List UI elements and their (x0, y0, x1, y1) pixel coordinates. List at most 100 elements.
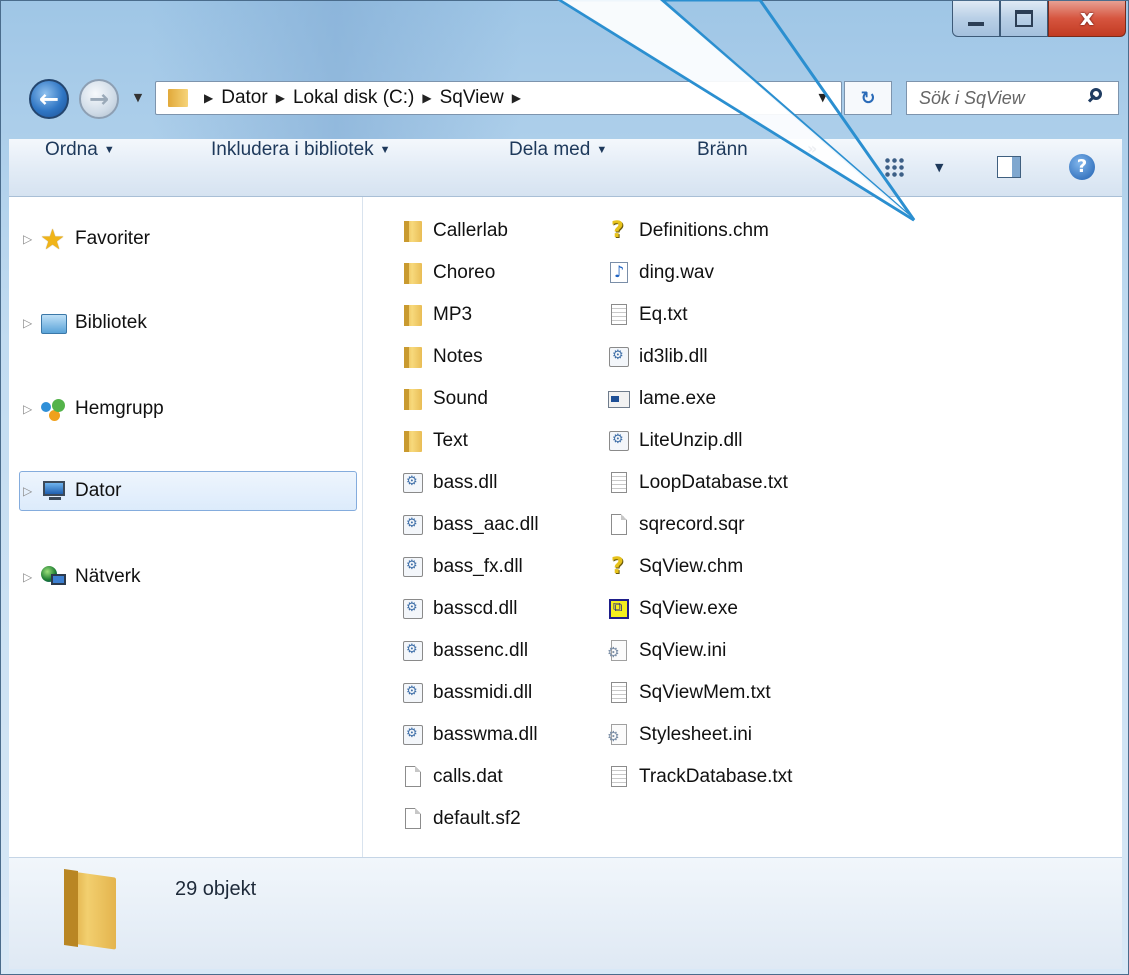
file-item[interactable]: bass_fx.dll (401, 549, 523, 585)
recent-pages-button[interactable]: ▼ (129, 87, 147, 109)
search-input[interactable]: Sök i SqView (919, 88, 1086, 109)
refresh-button[interactable]: ↻ (844, 81, 892, 115)
breadcrumb: ▶ Dator ▶ Lokal disk (C:) ▶ SqView ▶ (196, 87, 529, 109)
folder-icon (401, 429, 425, 453)
back-button[interactable]: ← (29, 79, 69, 119)
nav-item-bibliotek[interactable]: ▷ Bibliotek (23, 303, 147, 343)
file-item[interactable]: SqView.ini (607, 633, 726, 669)
network-icon (39, 564, 69, 590)
file-item[interactable]: basswma.dll (401, 717, 538, 753)
preview-pane-icon[interactable] (997, 156, 1021, 178)
breadcrumb-separator-icon[interactable]: ▶ (422, 91, 431, 105)
nav-item-label: Bibliotek (75, 312, 147, 333)
chevron-down-icon: ▼ (596, 144, 608, 156)
file-item[interactable]: SqViewMem.txt (607, 675, 771, 711)
file-item[interactable]: Text (401, 423, 468, 459)
window-controls: x (952, 1, 1126, 37)
close-button[interactable]: x (1048, 1, 1126, 37)
breadcrumb-separator-icon[interactable]: ▶ (512, 91, 521, 105)
file-item[interactable]: default.sf2 (401, 801, 521, 837)
file-item[interactable]: sqrecord.sqr (607, 507, 745, 543)
breadcrumb-sqview[interactable]: SqView (440, 87, 504, 109)
change-view-icon[interactable] (884, 157, 906, 179)
library-icon (39, 310, 69, 336)
nav-item-label: Favoriter (75, 228, 150, 249)
file-name: Sound (433, 388, 488, 409)
file-item[interactable]: bass.dll (401, 465, 497, 501)
file-item[interactable]: calls.dat (401, 759, 503, 795)
file-item[interactable]: LiteUnzip.dll (607, 423, 743, 459)
expand-arrow-icon[interactable]: ▷ (23, 402, 39, 416)
file-item[interactable]: LoopDatabase.txt (607, 465, 788, 501)
file-name: Notes (433, 346, 483, 367)
file-list: Callerlab Choreo MP3 Notes Sound Text bass.dll… (363, 197, 1122, 857)
nav-item-nätverk[interactable]: ▷ Nätverk (23, 557, 140, 597)
address-bar[interactable]: ▶ Dator ▶ Lokal disk (C:) ▶ SqView ▶ ▼ (155, 81, 842, 115)
breadcrumb-separator-icon[interactable]: ▶ (276, 91, 285, 105)
expand-arrow-icon[interactable]: ▷ (23, 316, 39, 330)
dll-file-icon (607, 345, 631, 369)
dll-file-icon (401, 681, 425, 705)
file-item[interactable]: ding.wav (607, 255, 714, 291)
blank-file-icon (401, 765, 425, 789)
file-item[interactable]: bassmidi.dll (401, 675, 532, 711)
sqview-app-icon (607, 597, 631, 621)
file-item[interactable]: MP3 (401, 297, 472, 333)
file-item[interactable]: lame.exe (607, 381, 716, 417)
navigation-row: ← → ▼ ▶ Dator ▶ Lokal disk (C:) ▶ SqView… (1, 73, 1129, 125)
refresh-icon: ↻ (860, 87, 876, 109)
settings-file-icon (607, 639, 631, 663)
file-item[interactable]: id3lib.dll (607, 339, 708, 375)
file-name: Stylesheet.ini (639, 724, 753, 745)
maximize-button[interactable] (1000, 1, 1048, 37)
organize-button[interactable]: Ordna ▼ (45, 139, 115, 197)
file-item[interactable]: SqView.chm (607, 549, 743, 585)
breadcrumb-computer[interactable]: Dator (221, 87, 267, 109)
file-item[interactable]: Choreo (401, 255, 495, 291)
file-item[interactable]: basscd.dll (401, 591, 518, 627)
address-history-dropdown[interactable]: ▼ (819, 82, 827, 114)
file-item[interactable]: Notes (401, 339, 483, 375)
forward-button[interactable]: → (79, 79, 119, 119)
burn-button[interactable]: Bränn (697, 139, 748, 197)
nav-item-hemgrupp[interactable]: ▷ Hemgrupp (23, 389, 164, 429)
breadcrumb-local-disk[interactable]: Lokal disk (C:) (293, 87, 414, 109)
file-item[interactable]: TrackDatabase.txt (607, 759, 792, 795)
back-arrow-icon: ← (38, 85, 60, 113)
expand-arrow-icon[interactable]: ▷ (23, 570, 39, 584)
file-item[interactable]: bass_aac.dll (401, 507, 539, 543)
share-with-button[interactable]: Dela med ▼ (509, 139, 607, 197)
file-name: TrackDatabase.txt (639, 766, 793, 787)
file-item[interactable]: Definitions.chm (607, 213, 769, 249)
view-options-dropdown[interactable]: ▼ (935, 139, 943, 197)
include-in-library-button[interactable]: Inkludera i bibliotek ▼ (211, 139, 391, 197)
nav-item-dator[interactable]: ▷ Dator (18, 471, 359, 511)
expand-arrow-icon[interactable]: ▷ (23, 232, 39, 246)
minimize-icon (968, 21, 984, 26)
file-item[interactable]: Sound (401, 381, 488, 417)
file-name: SqView.ini (639, 640, 727, 661)
file-item[interactable]: Eq.txt (607, 297, 688, 333)
search-icon[interactable] (1086, 85, 1112, 111)
help-icon[interactable]: ? (1069, 154, 1095, 180)
nav-item-label: Hemgrupp (75, 398, 164, 419)
file-item[interactable]: SqView.exe (607, 591, 738, 627)
breadcrumb-separator-icon[interactable]: ▶ (204, 91, 213, 105)
folder-icon (401, 219, 425, 243)
more-commands-button[interactable]: » (807, 139, 817, 197)
file-name: Callerlab (433, 220, 508, 241)
file-item[interactable]: bassenc.dll (401, 633, 528, 669)
file-name: MP3 (433, 304, 473, 325)
text-file-icon (607, 303, 631, 327)
file-name: calls.dat (433, 766, 503, 787)
details-pane: 29 objekt (9, 857, 1122, 969)
file-item[interactable]: Stylesheet.ini (607, 717, 752, 753)
minimize-button[interactable] (952, 1, 1000, 37)
dll-file-icon (401, 639, 425, 663)
search-box[interactable]: Sök i SqView (906, 81, 1119, 115)
explorer-window: x ← → ▼ ▶ Dator ▶ Lokal disk (C:) ▶ SqVi… (0, 0, 1129, 975)
file-item[interactable]: Callerlab (401, 213, 508, 249)
nav-item-favoriter[interactable]: ▷ Favoriter (23, 219, 150, 259)
title-bar[interactable]: x (1, 1, 1129, 201)
expand-arrow-icon[interactable]: ▷ (23, 484, 39, 498)
